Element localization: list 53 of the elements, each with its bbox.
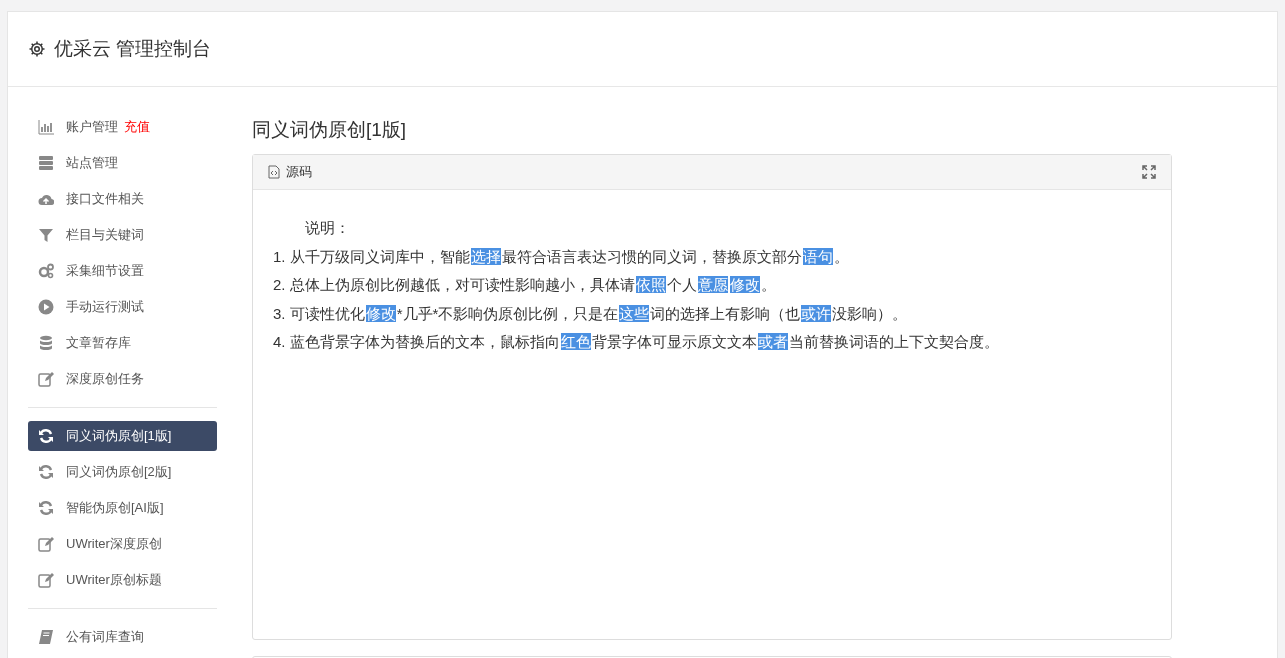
note-line: 4. 蓝色背景字体为替换后的文本，鼠标指向红色背景字体可显示原文文本或者当前替换词语的上下文契合度。 bbox=[273, 332, 1000, 352]
server-icon bbox=[38, 155, 54, 171]
code-file-icon bbox=[268, 165, 280, 179]
note-line: 2. 总体上伪原创比例越低，对可读性影响越小，具体请依照个人意愿修改。 bbox=[273, 275, 777, 295]
settings-icon bbox=[28, 40, 46, 58]
refresh-icon bbox=[38, 464, 54, 480]
edit-icon bbox=[38, 371, 54, 387]
sidebar-item[interactable]: 同义词伪原创[2版] bbox=[28, 457, 217, 487]
edit-icon bbox=[38, 572, 54, 588]
note-line: 3. 可读性优化修改*几乎*不影响伪原创比例，只是在这些词的选择上有影响（也或许没影响）。 bbox=[273, 303, 909, 324]
gears-icon bbox=[38, 263, 54, 279]
sidebar-item[interactable]: 公有词库查询 bbox=[28, 622, 217, 652]
item-label: UWriter原创标题 bbox=[66, 571, 162, 590]
note-heading: 说明： bbox=[304, 218, 351, 238]
item-label: 账户管理 bbox=[66, 118, 118, 137]
item-label: 深度原创任务 bbox=[66, 370, 144, 389]
chart-icon bbox=[38, 119, 54, 135]
refresh-icon bbox=[38, 500, 54, 516]
item-label: 同义词伪原创[2版] bbox=[66, 463, 172, 482]
note-line: 1. 从千万级同义词库中，智能选择最符合语言表达习惯的同义词，替换原文部分语句。 bbox=[273, 246, 850, 267]
item-label: 文章暂存库 bbox=[66, 334, 131, 353]
sidebar-item[interactable]: 栏目与关键词 bbox=[28, 220, 217, 250]
sidebar-item[interactable]: 手动运行测试 bbox=[28, 292, 217, 322]
recharge-link[interactable]: 充值 bbox=[124, 117, 150, 137]
sidebar-item[interactable]: 站点管理 bbox=[28, 148, 217, 178]
item-label: 公有词库查询 bbox=[66, 628, 144, 647]
source-tab[interactable]: 源码 bbox=[268, 162, 312, 182]
play-icon bbox=[38, 299, 54, 315]
fullscreen-icon[interactable] bbox=[1142, 165, 1156, 179]
sidebar-item[interactable]: 文章暂存库 bbox=[28, 328, 217, 358]
item-label: 智能伪原创[AI版] bbox=[66, 499, 164, 518]
sidebar-item[interactable]: 深度原创任务 bbox=[28, 364, 217, 394]
console-title: 优采云 管理控制台 bbox=[54, 36, 212, 61]
sidebar-item[interactable]: 采集细节设置 bbox=[28, 256, 217, 286]
item-label: 接口文件相关 bbox=[66, 190, 144, 209]
item-label: 同义词伪原创[1版] bbox=[66, 427, 172, 446]
book-icon bbox=[38, 629, 54, 645]
item-label: UWriter深度原创 bbox=[66, 535, 162, 554]
sidebar-item[interactable]: 账户管理 充值 bbox=[28, 112, 217, 142]
sidebar-item[interactable]: 智能伪原创[AI版] bbox=[28, 493, 217, 523]
sidebar-item[interactable]: 同义词伪原创[1版] bbox=[28, 421, 217, 451]
edit-icon bbox=[38, 536, 54, 552]
item-label: 站点管理 bbox=[66, 154, 118, 173]
filter-icon bbox=[38, 227, 54, 243]
sidebar-item[interactable]: UWriter深度原创 bbox=[28, 529, 217, 559]
sidebar-item[interactable]: 接口文件相关 bbox=[28, 184, 217, 214]
database-icon bbox=[38, 335, 54, 351]
refresh-icon bbox=[38, 428, 54, 444]
item-label: 栏目与关键词 bbox=[66, 226, 144, 245]
item-label: 手动运行测试 bbox=[66, 298, 144, 317]
sidebar-item[interactable]: UWriter原创标题 bbox=[28, 565, 217, 595]
page-title: 同义词伪原创[1版] bbox=[252, 118, 408, 142]
item-label: 采集细节设置 bbox=[66, 262, 144, 281]
